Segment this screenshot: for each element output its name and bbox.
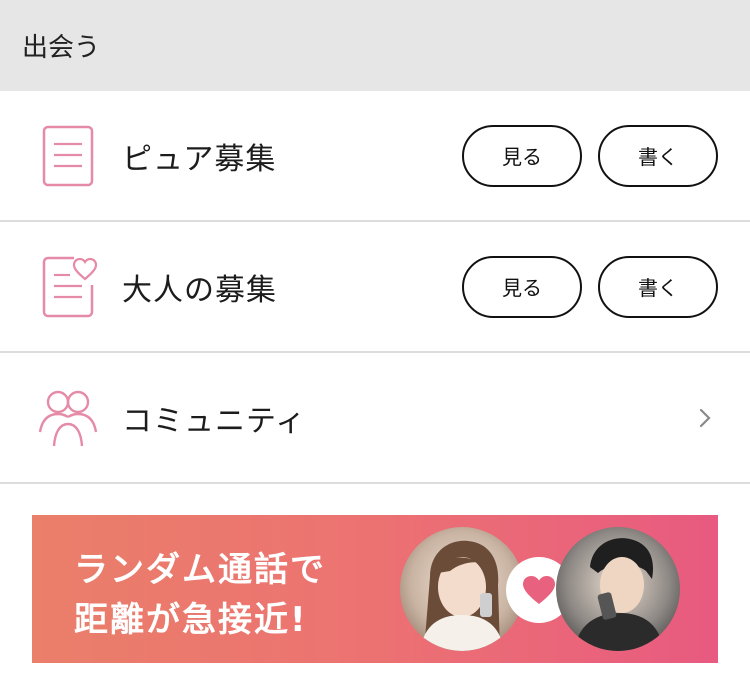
chevron-right-icon (699, 408, 711, 427)
write-button[interactable]: 書く (598, 124, 718, 187)
people-icon (38, 390, 98, 446)
section-header: 出会う (0, 0, 750, 91)
view-button[interactable]: 見る (462, 124, 582, 187)
avatar-man (556, 527, 680, 651)
random-call-banner[interactable]: ランダム通話で 距離が急接近! (32, 515, 718, 663)
adult-recruit-row: 大人の募集 見る 書く (0, 222, 750, 353)
banner-line-1: ランダム通話で (74, 550, 326, 590)
community-row[interactable]: コミュニティ (0, 353, 750, 484)
document-icon (42, 125, 94, 186)
write-button[interactable]: 書く (598, 255, 718, 318)
row-label: コミュニティ (122, 403, 307, 439)
banner-line-2: 距離が急接近! (74, 600, 308, 640)
pure-recruit-row: ピュア募集 見る 書く (0, 91, 750, 222)
banner-text: ランダム通話で 距離が急接近! (74, 545, 326, 645)
document-heart-icon (42, 256, 98, 317)
row-label: 大人の募集 (122, 272, 277, 308)
heart-icon (523, 576, 555, 604)
row-label: ピュア募集 (122, 141, 277, 177)
view-button[interactable]: 見る (462, 255, 582, 318)
section-title: 出会う (22, 33, 101, 63)
